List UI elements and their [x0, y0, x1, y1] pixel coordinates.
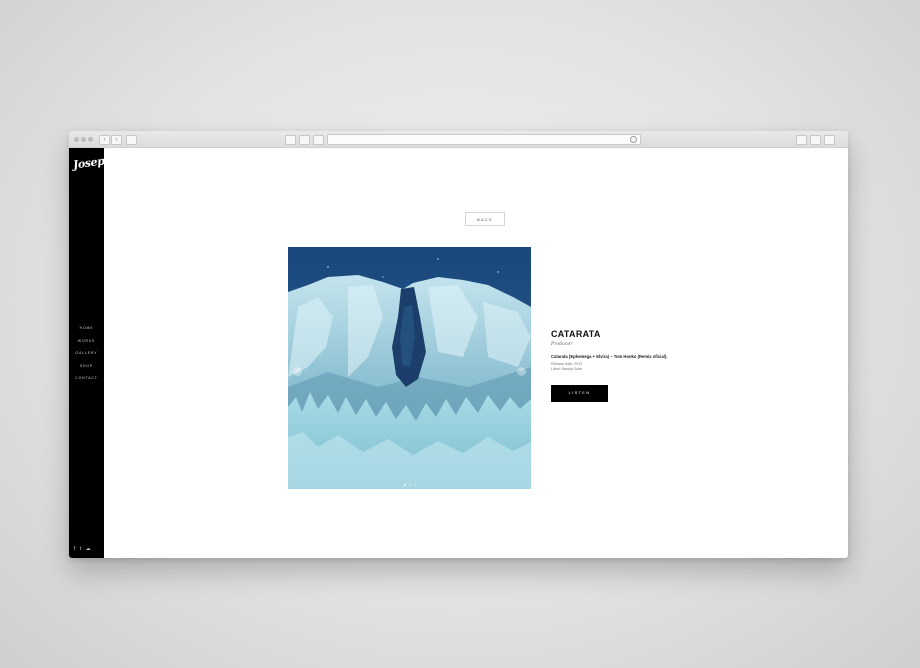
facebook-icon[interactable]: f: [74, 546, 75, 552]
nav-item-home[interactable]: HOME: [69, 324, 104, 337]
prev-slide-arrow-icon[interactable]: ‹: [293, 367, 302, 376]
bookmarks-icon[interactable]: [285, 135, 296, 145]
waterfall-artwork: [288, 247, 531, 489]
home-icon[interactable]: [313, 135, 324, 145]
soundcloud-icon[interactable]: ☁: [86, 546, 91, 552]
browser-toolbar: ‹ ›: [69, 131, 848, 148]
zoom-window-dot[interactable]: [88, 137, 93, 142]
slide-dot[interactable]: [414, 484, 416, 486]
social-links: f t ☁: [74, 546, 94, 552]
next-slide-arrow-icon[interactable]: ›: [517, 367, 526, 376]
nav-item-contact[interactable]: CONTACT: [69, 374, 104, 387]
release-title: CATARATA: [551, 329, 601, 339]
share-icon[interactable]: [796, 135, 807, 145]
close-window-dot[interactable]: [74, 137, 79, 142]
tabs-icon[interactable]: [810, 135, 821, 145]
forward-arrow-icon[interactable]: ›: [111, 135, 122, 145]
sidebar-toggle-icon[interactable]: [126, 135, 137, 145]
album-artwork[interactable]: ‹ ›: [288, 247, 531, 489]
track-name: Catarata (Ephemega + Elvira) – Tom Honko…: [551, 354, 668, 359]
role-subtitle: Producer: [551, 342, 573, 347]
main-nav: HOME WORKS GALLERY SHOP CONTACT: [69, 324, 104, 387]
sidebar: Joseph HOME WORKS GALLERY SHOP CONTACT f…: [69, 148, 113, 558]
listen-button[interactable]: LISTEN: [551, 385, 608, 402]
nav-item-gallery[interactable]: GALLERY: [69, 349, 104, 362]
nav-item-works[interactable]: WORKS: [69, 337, 104, 350]
browser-window: ‹ › Joseph HOME WORKS GALLERY SHOP CONTA…: [69, 131, 848, 558]
nav-item-shop[interactable]: SHOP: [69, 362, 104, 375]
address-bar[interactable]: [327, 134, 641, 145]
release-info: CATARATA Producer Catarata (Ephemega + E…: [551, 329, 771, 372]
record-label: Label: Nacrija Suite: [551, 367, 583, 371]
minimize-window-dot[interactable]: [81, 137, 86, 142]
download-icon[interactable]: [824, 135, 835, 145]
twitter-icon[interactable]: t: [80, 546, 81, 552]
reading-list-icon[interactable]: [299, 135, 310, 145]
slide-dot[interactable]: [404, 484, 406, 486]
site-logo[interactable]: Joseph: [72, 153, 112, 171]
reload-icon[interactable]: [630, 136, 637, 143]
back-arrow-icon[interactable]: ‹: [99, 135, 110, 145]
back-button[interactable]: BACK: [465, 212, 505, 226]
slide-dot[interactable]: [409, 484, 411, 486]
